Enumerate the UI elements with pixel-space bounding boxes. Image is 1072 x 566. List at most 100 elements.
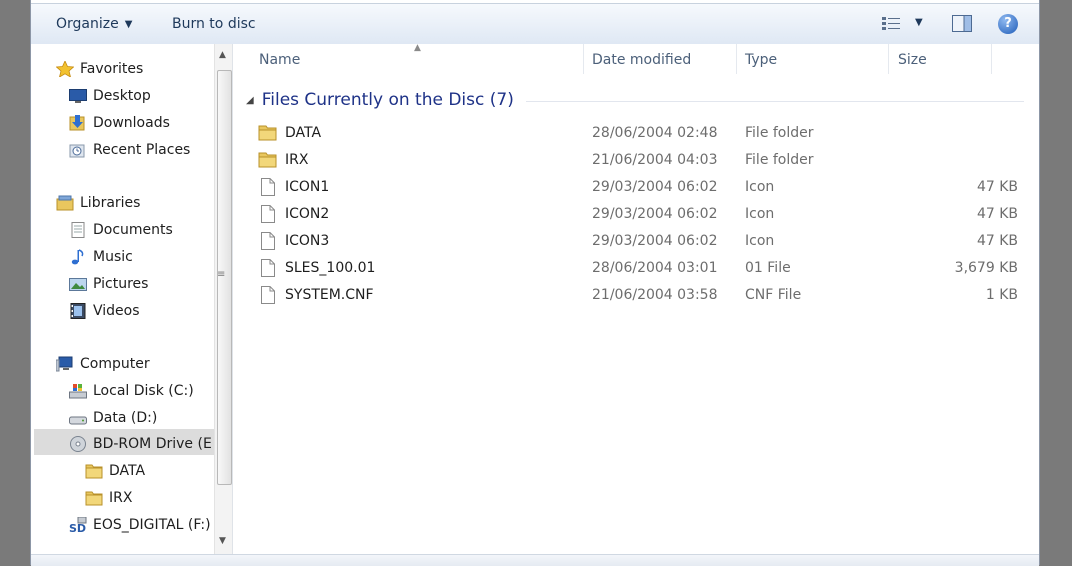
nav-bd-rom-drive-label: BD-ROM Drive (E: [93, 436, 212, 452]
file-row[interactable]: DATA 28/06/2004 02:48 File folder: [258, 120, 1018, 146]
file-icon: [261, 232, 275, 250]
nav-pictures-label: Pictures: [93, 276, 149, 292]
nav-desktop-label: Desktop: [93, 88, 151, 104]
file-name: SLES_100.01: [285, 260, 376, 276]
nav-folder-irx-label: IRX: [109, 490, 133, 506]
file-type: File folder: [745, 152, 814, 168]
nav-recent-places-label: Recent Places: [93, 142, 191, 158]
navigation-pane: Favorites Desktop Downloads Recent Place…: [31, 44, 232, 554]
file-type: Icon: [745, 233, 775, 249]
libraries-icon: [56, 195, 74, 211]
file-size: 3,679 KB: [954, 260, 1018, 276]
nav-documents-label: Documents: [93, 222, 173, 238]
column-header-date-modified[interactable]: Date modified: [592, 44, 691, 76]
file-type: Icon: [745, 206, 775, 222]
file-icon: [261, 205, 275, 223]
disc-icon: [70, 436, 86, 452]
collapse-triangle-icon[interactable]: ◢: [246, 95, 254, 106]
view-options-chevron-icon[interactable]: ▼: [915, 17, 923, 28]
file-icon: [261, 259, 275, 277]
sort-ascending-icon: ▲: [414, 43, 421, 53]
file-date-modified: 28/06/2004 03:01: [592, 260, 718, 276]
column-header-name[interactable]: Name: [259, 44, 300, 76]
group-divider: [526, 101, 1024, 102]
navigation-scrollbar[interactable]: ▲ ≡ ▼: [214, 44, 233, 554]
file-type: File folder: [745, 125, 814, 141]
column-header-size[interactable]: Size: [898, 44, 927, 76]
file-icon: [261, 286, 275, 304]
file-type: Icon: [745, 179, 775, 195]
local-disk-icon: [69, 384, 87, 399]
organize-label: Organize: [56, 16, 119, 32]
burn-to-disc-button[interactable]: Burn to disc: [172, 4, 256, 44]
group-header-title: Files Currently on the Disc (7): [261, 90, 514, 110]
drive-icon: [69, 416, 87, 425]
file-row[interactable]: IRX 21/06/2004 04:03 File folder: [258, 147, 1018, 173]
downloads-icon: [69, 115, 85, 131]
folder-icon: [85, 491, 103, 506]
nav-downloads-label: Downloads: [93, 115, 170, 131]
organize-button[interactable]: Organize ▼: [56, 4, 132, 44]
column-separator[interactable]: [583, 44, 584, 74]
star-icon: [56, 61, 74, 77]
help-icon[interactable]: ?: [998, 14, 1018, 34]
file-name: ICON3: [285, 233, 330, 249]
file-type: CNF File: [745, 287, 802, 303]
file-date-modified: 29/03/2004 06:02: [592, 206, 718, 222]
folder-icon: [85, 464, 103, 479]
scroll-down-arrow-icon[interactable]: ▼: [219, 536, 226, 546]
file-row[interactable]: ICON3 29/03/2004 06:02 Icon 47 KB: [258, 228, 1018, 254]
nav-libraries-label: Libraries: [80, 195, 141, 211]
file-name: DATA: [285, 125, 322, 141]
svg-text:SD: SD: [69, 522, 86, 533]
file-row[interactable]: SYSTEM.CNF 21/06/2004 03:58 CNF File 1 K…: [258, 282, 1018, 308]
computer-icon: [56, 356, 73, 372]
group-header[interactable]: ◢ Files Currently on the Disc (7): [246, 88, 514, 112]
nav-videos-label: Videos: [93, 303, 140, 319]
file-size: 1 KB: [985, 287, 1018, 303]
file-date-modified: 28/06/2004 02:48: [592, 125, 718, 141]
file-row[interactable]: ICON2 29/03/2004 06:02 Icon 47 KB: [258, 201, 1018, 227]
desktop-icon: [69, 89, 87, 103]
folder-icon: [258, 125, 277, 141]
file-size: 47 KB: [976, 206, 1018, 222]
nav-favorites-label: Favorites: [80, 61, 144, 77]
nav-eos-digital-label: EOS_DIGITAL (F:): [93, 517, 211, 533]
file-date-modified: 29/03/2004 06:02: [592, 179, 718, 195]
column-separator[interactable]: [888, 44, 889, 74]
file-name: IRX: [285, 152, 309, 168]
file-type: 01 File: [745, 260, 791, 276]
file-row[interactable]: SLES_100.01 28/06/2004 03:01 01 File 3,6…: [258, 255, 1018, 281]
file-date-modified: 29/03/2004 06:02: [592, 233, 718, 249]
file-name: SYSTEM.CNF: [285, 287, 374, 303]
recent-places-icon: [69, 144, 85, 158]
music-icon: [71, 249, 84, 265]
file-size: 47 KB: [976, 179, 1018, 195]
file-date-modified: 21/06/2004 04:03: [592, 152, 718, 168]
nav-local-disk-c-label: Local Disk (C:): [93, 383, 194, 399]
column-separator[interactable]: [991, 44, 992, 74]
folder-icon: [258, 152, 277, 168]
videos-icon: [70, 303, 86, 319]
sd-card-icon: SD: [69, 517, 87, 533]
chevron-down-icon: ▼: [124, 19, 133, 30]
details-pane-edge: [31, 554, 1039, 566]
nav-computer-label: Computer: [80, 356, 150, 372]
documents-icon: [71, 222, 85, 238]
file-icon: [261, 178, 275, 196]
file-name: ICON2: [285, 206, 330, 222]
file-name: ICON1: [285, 179, 330, 195]
file-row[interactable]: ICON1 29/03/2004 06:02 Icon 47 KB: [258, 174, 1018, 200]
scroll-up-arrow-icon[interactable]: ▲: [219, 50, 226, 60]
change-view-icon[interactable]: [881, 16, 901, 32]
pictures-icon: [69, 278, 87, 291]
nav-data-d-label: Data (D:): [93, 410, 158, 426]
file-list-pane: Name ▲ Date modified Type Size ◢ Files Cu…: [238, 43, 1039, 554]
nav-folder-data-label: DATA: [109, 463, 146, 479]
preview-pane-icon[interactable]: [952, 15, 972, 32]
file-size: 47 KB: [976, 233, 1018, 249]
column-header-type[interactable]: Type: [745, 44, 777, 76]
file-date-modified: 21/06/2004 03:58: [592, 287, 718, 303]
scrollbar-grip-icon: ≡: [217, 269, 226, 280]
column-separator[interactable]: [736, 44, 737, 74]
